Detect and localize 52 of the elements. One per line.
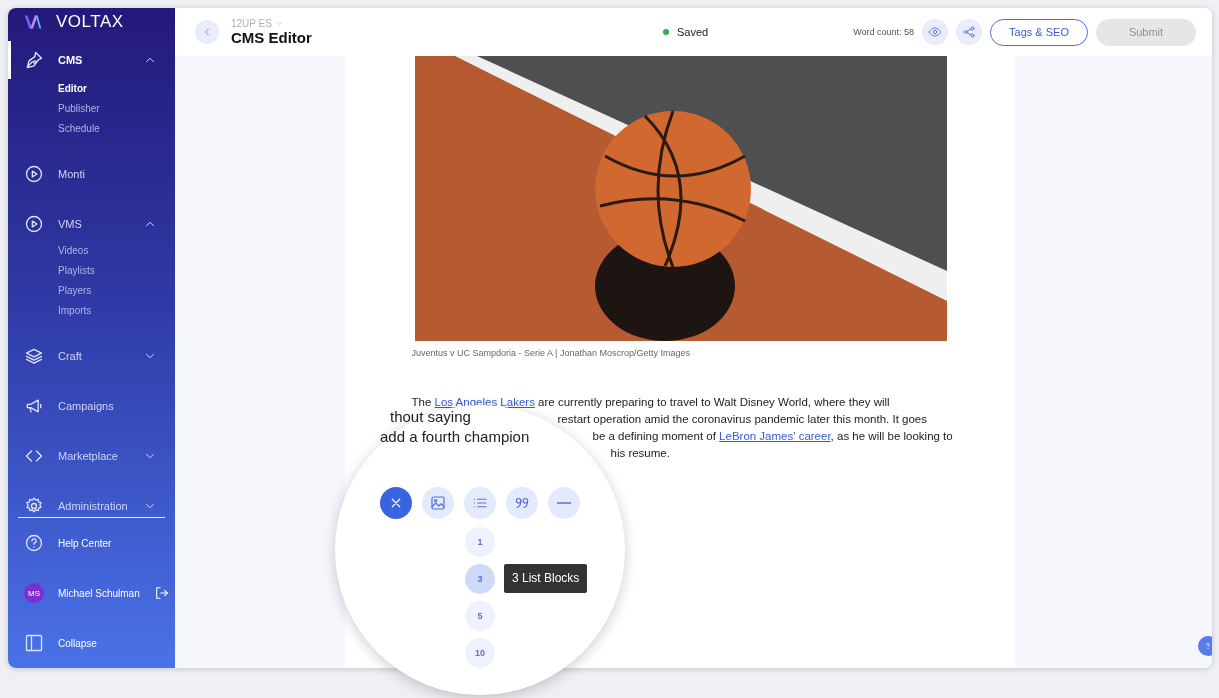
nav-subitem[interactable]: Schedule	[58, 119, 175, 140]
count-option[interactable]: 1	[465, 527, 495, 557]
magnified-text: add a fourth champion	[380, 427, 530, 447]
play-circle-icon	[24, 164, 44, 185]
count-option[interactable]: 5	[465, 601, 495, 631]
block-tool-button[interactable]	[506, 487, 538, 519]
user-profile[interactable]: MS Michael Schulman	[8, 568, 175, 618]
block-tool-button[interactable]	[464, 487, 496, 519]
avatar: MS	[24, 583, 44, 603]
collapse-button[interactable]: Collapse	[8, 618, 175, 668]
tags-seo-button[interactable]: Tags & SEO	[990, 18, 1088, 46]
help-button[interactable]	[1198, 636, 1212, 656]
nav-item[interactable]: Craft	[8, 331, 175, 382]
magnified-text: thout saying	[390, 407, 471, 427]
help-icon	[24, 533, 44, 553]
logout-icon	[153, 585, 170, 601]
share-icon	[962, 25, 977, 39]
count-option[interactable]: 3	[465, 564, 495, 594]
nav-subitem[interactable]: Playlists	[58, 261, 175, 282]
share-button[interactable]	[956, 19, 983, 45]
article-link[interactable]: LeBron James' career	[719, 430, 831, 442]
block-tool-button[interactable]	[422, 487, 454, 519]
save-status: Saved	[663, 26, 842, 38]
horizontal-line-icon	[557, 502, 571, 504]
nav-item[interactable]: Marketplace	[8, 431, 175, 482]
paragraph-line: restart operation amid the coronavirus pandemic later this month. It goes	[557, 412, 928, 427]
nav-subitem[interactable]: Editor	[58, 79, 175, 100]
count-option[interactable]: 10	[465, 638, 495, 668]
nav-subitem[interactable]: Videos	[58, 241, 175, 262]
chevron-down-icon	[274, 19, 284, 28]
tooltip: 3 List Blocks	[504, 564, 588, 593]
back-button[interactable]	[195, 20, 219, 44]
word-count: Word count: 58	[853, 27, 915, 37]
page-title: CMS Editor	[231, 29, 313, 46]
image-caption: Juventus v UC Sampdoria - Serie A | Jonathan Moscrop/Getty Images	[411, 348, 691, 358]
image-icon	[429, 494, 447, 512]
block-tool-button[interactable]	[548, 487, 580, 519]
nav-item[interactable]: Campaigns	[8, 381, 175, 432]
nav-subitem[interactable]: Players	[58, 281, 175, 302]
nav-subitem[interactable]: Imports	[58, 301, 175, 322]
sidebar-panel-icon	[24, 633, 44, 653]
paragraph-line: his resume.	[610, 446, 671, 461]
block-tool-button[interactable]	[380, 487, 412, 519]
play-circle-icon	[24, 214, 44, 235]
status-dot	[663, 29, 669, 35]
logo-text: VOLTAX	[56, 11, 124, 32]
nav-subitem[interactable]: Publisher	[58, 99, 175, 120]
layers-icon	[24, 346, 44, 367]
preview-button[interactable]	[922, 19, 949, 45]
eye-icon	[928, 25, 943, 39]
nav-item[interactable]: Monti	[8, 149, 175, 200]
pen-nib-icon	[24, 50, 44, 71]
